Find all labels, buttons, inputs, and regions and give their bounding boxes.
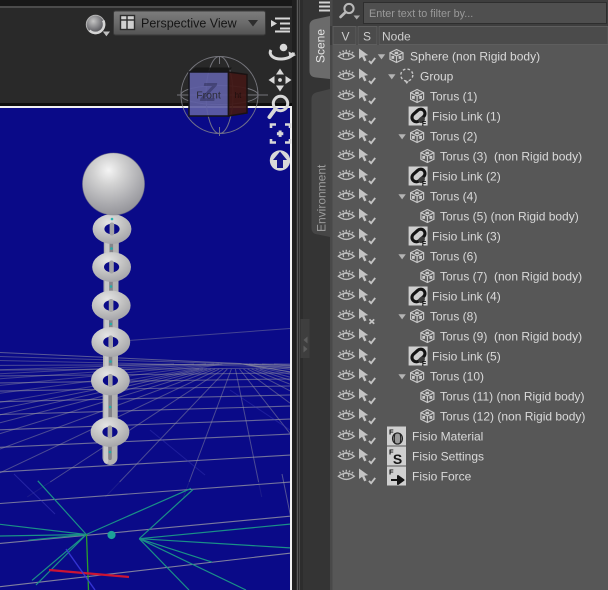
- svg-text:Sphere (non Rigid body): Sphere (non Rigid body): [410, 50, 540, 64]
- svg-text:Group: Group: [420, 70, 454, 84]
- svg-text:Fisio Link (2): Fisio Link (2): [432, 170, 501, 184]
- svg-text:ht: ht: [235, 91, 242, 100]
- svg-text:Torus (2): Torus (2): [430, 130, 477, 144]
- svg-text:Scene: Scene: [314, 29, 328, 63]
- svg-text:Fisio Link (3): Fisio Link (3): [432, 230, 501, 244]
- svg-text:Torus (12) (non Rigid body): Torus (12) (non Rigid body): [440, 410, 585, 424]
- svg-text:Torus (1): Torus (1): [430, 90, 477, 104]
- svg-text:Torus (5) (non Rigid body): Torus (5) (non Rigid body): [440, 210, 579, 224]
- svg-text:Fisio Force: Fisio Force: [412, 470, 472, 484]
- svg-text:V: V: [341, 30, 349, 44]
- svg-text:Torus (9) (non Rigid body): Torus (9) (non Rigid body): [440, 330, 582, 344]
- svg-text:Fisio Material: Fisio Material: [412, 430, 483, 444]
- svg-text:Fisio Settings: Fisio Settings: [412, 450, 484, 464]
- svg-text:Torus (11) (non Rigid body): Torus (11) (non Rigid body): [440, 390, 585, 404]
- svg-text:Torus (7) (non Rigid body): Torus (7) (non Rigid body): [440, 270, 582, 284]
- svg-text:Environment: Environment: [315, 164, 329, 232]
- svg-text:Fisio Link (4): Fisio Link (4): [432, 290, 501, 304]
- svg-text:Torus (10): Torus (10): [430, 370, 484, 384]
- svg-text:Torus (4): Torus (4): [430, 190, 477, 204]
- svg-text:Fisio Link (1): Fisio Link (1): [432, 110, 501, 124]
- svg-text:Node: Node: [382, 30, 411, 44]
- svg-text:Torus (8): Torus (8): [430, 310, 477, 324]
- svg-text:Enter text to filter by...: Enter text to filter by...: [369, 8, 473, 20]
- svg-text:Fisio Link (5): Fisio Link (5): [432, 350, 501, 364]
- svg-text:Front: Front: [196, 90, 221, 102]
- svg-text:Perspective View: Perspective View: [141, 17, 238, 31]
- svg-text:S: S: [363, 30, 371, 44]
- svg-text:Torus (6): Torus (6): [430, 250, 477, 264]
- svg-text:Torus (3) (non Rigid body): Torus (3) (non Rigid body): [440, 150, 582, 164]
